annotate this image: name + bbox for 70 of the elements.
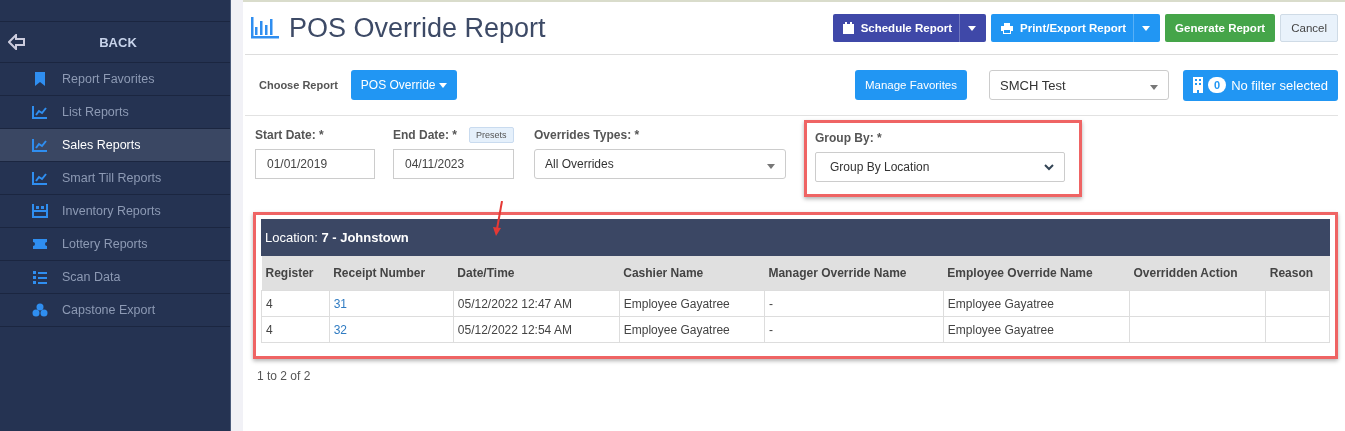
- caret-icon: [438, 82, 447, 88]
- receipt-link[interactable]: 31: [333, 296, 348, 311]
- chart-icon: [32, 170, 48, 186]
- start-date-label: Start Date: *: [255, 128, 324, 142]
- cancel-button[interactable]: Cancel: [1280, 14, 1338, 42]
- table-cell: Employee Gayatree: [623, 296, 730, 311]
- ticket-icon: [32, 236, 48, 252]
- receipt-link[interactable]: 32: [333, 322, 348, 337]
- caret-icon: [1142, 25, 1151, 31]
- boxes-icon: [32, 302, 48, 318]
- pagination-summary: 1 to 2 of 2: [257, 369, 312, 383]
- start-date-field[interactable]: 01/01/2019: [255, 149, 375, 179]
- store-select[interactable]: SMCH Test: [989, 70, 1169, 100]
- group-by-label: Group By: *: [815, 131, 882, 145]
- print-export-button[interactable]: Print/Export Report: [991, 14, 1161, 42]
- end-date-label: End Date: *: [393, 128, 457, 142]
- printer-icon: [1001, 22, 1013, 34]
- table-cell: 4: [266, 296, 273, 311]
- column-header: Overridden Action: [1129, 256, 1266, 291]
- table-cell: 05/12/2022 12:47 AM: [457, 296, 572, 311]
- overrides-types-label: Overrides Types: *: [534, 128, 640, 142]
- caret-icon: [968, 25, 976, 31]
- column-header: Date/Time: [453, 256, 620, 291]
- column-header: Employee Override Name: [943, 256, 1130, 291]
- column-header: Manager Override Name: [764, 256, 944, 291]
- building-icon: [1193, 77, 1203, 93]
- back-arrow-icon[interactable]: [8, 34, 26, 50]
- chevron-down-icon: [1044, 163, 1054, 171]
- presets-button[interactable]: Presets: [469, 127, 514, 143]
- count-badge: 0: [1208, 77, 1227, 93]
- caret-icon: [1150, 84, 1158, 90]
- bookmark-icon: [32, 71, 48, 87]
- sidebar-item[interactable]: Lottery Reports: [0, 228, 230, 261]
- table-cell: Employee Gayatree: [947, 296, 1054, 311]
- manage-favorites-button[interactable]: Manage Favorites: [854, 70, 967, 100]
- sidebar-item[interactable]: Sales Reports: [0, 129, 230, 162]
- sidebar-item[interactable]: Capstone Export: [0, 294, 230, 327]
- location-filter-button[interactable]: 0 No filter selected: [1183, 69, 1338, 101]
- table-cell: 4: [266, 322, 273, 337]
- column-header: Reason: [1265, 256, 1330, 291]
- column-header: Cashier Name: [619, 256, 765, 291]
- chart-icon: [32, 137, 48, 153]
- column-header: Receipt Number: [329, 256, 454, 291]
- back-link[interactable]: BACK: [26, 34, 230, 50]
- end-date-field[interactable]: 04/11/2023: [393, 149, 514, 179]
- sidebar-item[interactable]: Report Favorites: [0, 63, 230, 96]
- shelf-icon: [32, 203, 48, 219]
- column-header: Register: [261, 256, 330, 291]
- annotation-arrow: [492, 201, 504, 237]
- location-heading: Location: 7 - Johnstown: [265, 230, 409, 245]
- generate-report-button[interactable]: Generate Report: [1165, 14, 1276, 42]
- page-title: POS Override Report: [289, 12, 546, 44]
- overrides-types-select[interactable]: All Overrides: [534, 149, 786, 179]
- table-cell: Employee Gayatree: [623, 322, 730, 337]
- schedule-report-button[interactable]: Schedule Report: [832, 14, 986, 42]
- table-cell: Employee Gayatree: [947, 322, 1054, 337]
- caret-icon: [767, 163, 775, 169]
- sidebar-item[interactable]: Smart Till Reports: [0, 162, 230, 195]
- table-cell: 05/12/2022 12:54 AM: [457, 322, 572, 337]
- table-cell: -: [768, 322, 773, 337]
- report-dropdown[interactable]: POS Override: [350, 70, 457, 100]
- bar-chart-icon: [251, 17, 279, 39]
- group-by-select[interactable]: Group By Location: [815, 152, 1065, 182]
- choose-report-label: Choose Report: [259, 79, 338, 91]
- sidebar-item[interactable]: Inventory Reports: [0, 195, 230, 228]
- chart-icon: [32, 104, 48, 120]
- table-cell: -: [768, 296, 773, 311]
- calendar-icon: [842, 22, 854, 34]
- sidebar-item[interactable]: Scan Data: [0, 261, 230, 294]
- list-icon: [32, 269, 48, 285]
